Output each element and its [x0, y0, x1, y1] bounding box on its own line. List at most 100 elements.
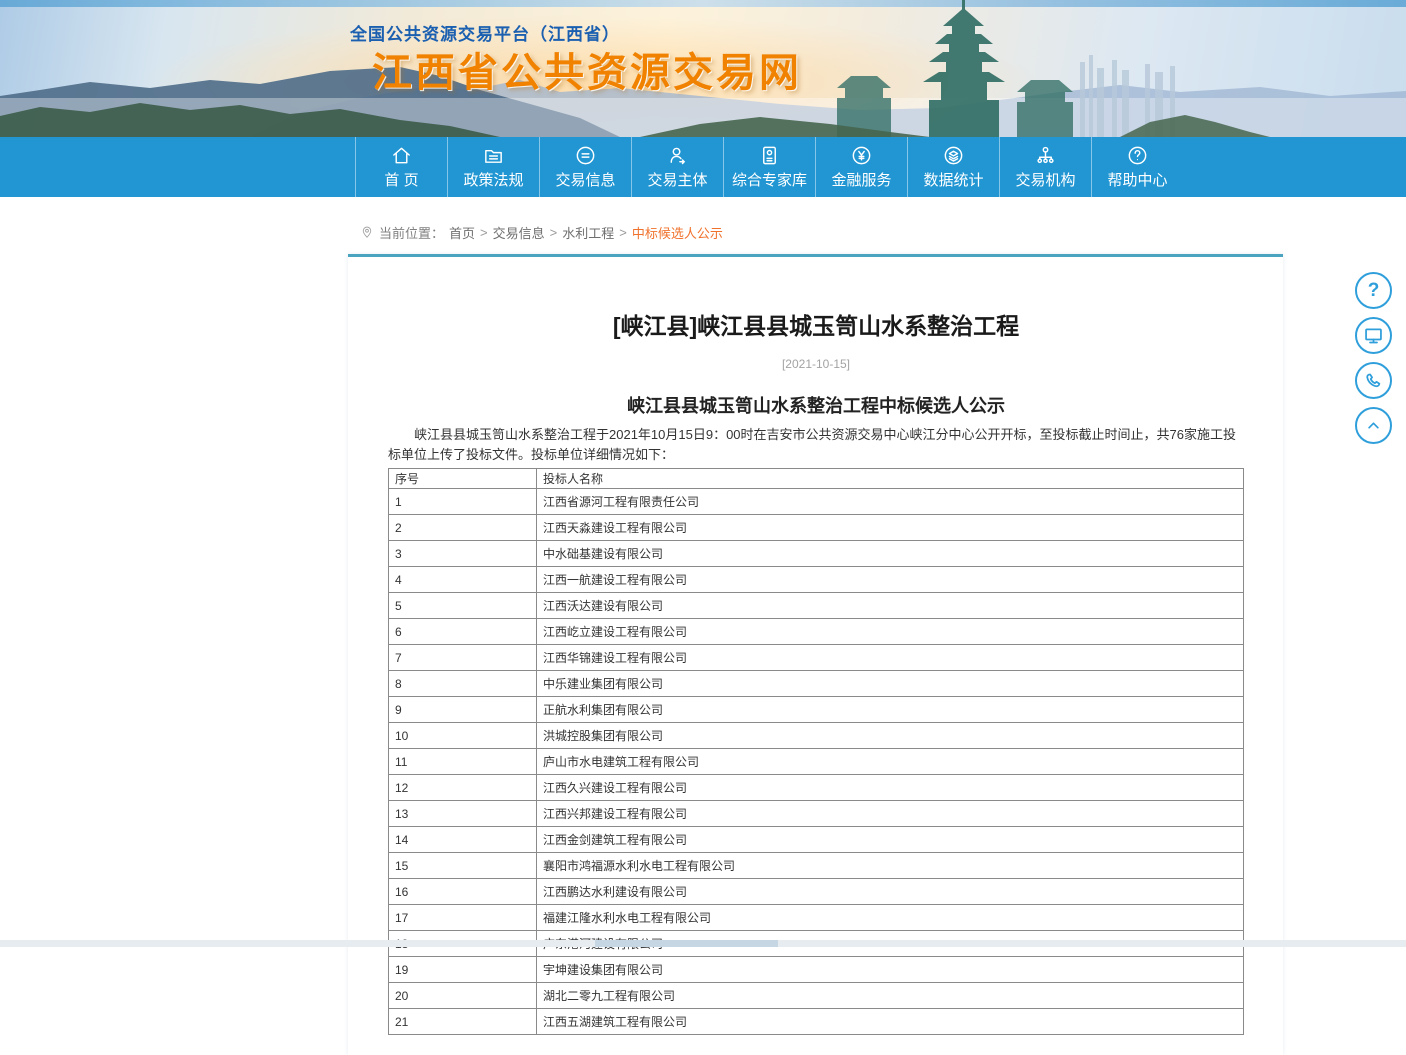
nav-item-trade-subject[interactable]: 交易主体: [631, 137, 723, 197]
nav-item-finance[interactable]: 金融服务: [815, 137, 907, 197]
table-row: 11 庐山市水电建筑工程有限公司: [389, 749, 1244, 775]
bidder-index: 7: [389, 645, 537, 671]
back-to-top-button[interactable]: [1355, 407, 1392, 444]
policy-icon: [482, 144, 505, 167]
bidder-name: 宇坤建设集团有限公司: [537, 957, 1244, 983]
bidders-table-body: 1 江西省源河工程有限责任公司 2 江西天淼建设工程有限公司 3 中水础基建设有…: [389, 489, 1244, 1035]
pagoda-silhouette: [837, 0, 1073, 137]
bidder-index: 3: [389, 541, 537, 567]
breadcrumb-item-water-engineering[interactable]: 水利工程: [562, 223, 614, 242]
chevron-up-icon: [1363, 415, 1384, 436]
bidder-index: 14: [389, 827, 537, 853]
bidder-name: 江西金剑建筑工程有限公司: [537, 827, 1244, 853]
bidder-index: 20: [389, 983, 537, 1009]
phone-icon: [1363, 370, 1384, 391]
bidder-index: 11: [389, 749, 537, 775]
breadcrumb: 当前位置： 首页 > 交易信息 > 水利工程 > 中标候选人公示: [360, 223, 1406, 241]
table-row: 14 江西金剑建筑工程有限公司: [389, 827, 1244, 853]
nav-item-label: 交易机构: [1015, 169, 1075, 190]
nav-item-statistics[interactable]: 数据统计: [907, 137, 999, 197]
main-navbar: 首 页 政策法规 交易信息 交易主体 综合专家库 金融服务 数据统计: [0, 137, 1406, 197]
table-row: 1 江西省源河工程有限责任公司: [389, 489, 1244, 515]
bidder-index: 21: [389, 1009, 537, 1035]
table-row: 17 福建江隆水利水电工程有限公司: [389, 905, 1244, 931]
bidder-index: 8: [389, 671, 537, 697]
table-row: 4 江西一航建设工程有限公司: [389, 567, 1244, 593]
nav-item-expert-library[interactable]: 综合专家库: [723, 137, 815, 197]
bidder-name: 江西鹏达水利建设有限公司: [537, 879, 1244, 905]
bidder-name: 洪城控股集团有限公司: [537, 723, 1244, 749]
nav-item-label: 综合专家库: [732, 169, 807, 190]
help-icon: [1126, 144, 1149, 167]
bidder-name: 中水础基建设有限公司: [537, 541, 1244, 567]
bidder-index: 6: [389, 619, 537, 645]
nav-item-label: 首 页: [384, 169, 418, 190]
bidder-index: 10: [389, 723, 537, 749]
table-header-row: 序号 投标人名称: [389, 469, 1244, 489]
nav-item-policy[interactable]: 政策法规: [447, 137, 539, 197]
bidder-index: 15: [389, 853, 537, 879]
table-row: 15 襄阳市鸿福源水利水电工程有限公司: [389, 853, 1244, 879]
table-row: 12 江西久兴建设工程有限公司: [389, 775, 1244, 801]
bidder-name: 江西天淼建设工程有限公司: [537, 515, 1244, 541]
online-service-button[interactable]: [1355, 317, 1392, 354]
table-row: 6 江西屹立建设工程有限公司: [389, 619, 1244, 645]
phone-button[interactable]: [1355, 362, 1392, 399]
bidder-index: 9: [389, 697, 537, 723]
table-row: 7 江西华锦建设工程有限公司: [389, 645, 1244, 671]
nav-item-label: 帮助中心: [1107, 169, 1167, 190]
bidders-table: 序号 投标人名称 1 江西省源河工程有限责任公司 2 江西天淼建设工程有限公司 …: [388, 468, 1244, 1035]
home-icon: [390, 144, 413, 167]
bidder-name: 庐山市水电建筑工程有限公司: [537, 749, 1244, 775]
bidder-index: 5: [389, 593, 537, 619]
nav-item-label: 政策法规: [463, 169, 523, 190]
breadcrumb-separator: >: [619, 225, 627, 240]
bidder-index: 4: [389, 567, 537, 593]
table-row: 8 中乐建业集团有限公司: [389, 671, 1244, 697]
table-row: 21 江西五湖建筑工程有限公司: [389, 1009, 1244, 1035]
breadcrumb-prefix: 当前位置：: [379, 223, 444, 242]
bidder-index: 16: [389, 879, 537, 905]
floating-toolbar: ?: [1355, 272, 1392, 444]
table-row: 3 中水础基建设有限公司: [389, 541, 1244, 567]
table-header-index: 序号: [389, 469, 537, 489]
breadcrumb-item-trade-info[interactable]: 交易信息: [493, 223, 545, 242]
article-date: [2021-10-15]: [388, 357, 1244, 371]
question-mark-icon: ?: [1368, 280, 1380, 302]
bidder-name: 江西一航建设工程有限公司: [537, 567, 1244, 593]
bidder-index: 13: [389, 801, 537, 827]
trade-info-icon: [574, 144, 597, 167]
trade-subject-icon: [666, 144, 689, 167]
article-intro: 峡江县县城玉笥山水系整治工程于2021年10月15日9：00时在吉安市公共资源交…: [388, 425, 1244, 464]
breadcrumb-item-home[interactable]: 首页: [449, 223, 475, 242]
nav-item-label: 交易主体: [647, 169, 707, 190]
statistics-icon: [942, 144, 965, 167]
bidder-index: 17: [389, 905, 537, 931]
bidder-name: 江西五湖建筑工程有限公司: [537, 1009, 1244, 1035]
nav-item-help-center[interactable]: 帮助中心: [1091, 137, 1183, 197]
nav-item-home[interactable]: 首 页: [355, 137, 447, 197]
nav-item-organization[interactable]: 交易机构: [999, 137, 1091, 197]
article-title: [峡江县]峡江县县城玉笥山水系整治工程: [388, 307, 1244, 341]
help-button[interactable]: ?: [1355, 272, 1392, 309]
bidder-name: 江西华锦建设工程有限公司: [537, 645, 1244, 671]
table-row: 2 江西天淼建设工程有限公司: [389, 515, 1244, 541]
table-row: 10 洪城控股集团有限公司: [389, 723, 1244, 749]
bidder-name: 福建江隆水利水电工程有限公司: [537, 905, 1244, 931]
breadcrumb-current: 中标候选人公示: [632, 223, 723, 242]
bidder-index: 19: [389, 957, 537, 983]
finance-icon: [850, 144, 873, 167]
horizontal-scrollbar-thumb[interactable]: [595, 940, 778, 947]
organization-icon: [1034, 144, 1057, 167]
table-row: 5 江西沃达建设有限公司: [389, 593, 1244, 619]
bidder-name: 江西屹立建设工程有限公司: [537, 619, 1244, 645]
bidder-name: 湖北二零九工程有限公司: [537, 983, 1244, 1009]
horizontal-scrollbar[interactable]: [0, 940, 1406, 947]
breadcrumb-separator: >: [480, 225, 488, 240]
nav-item-trade-info[interactable]: 交易信息: [539, 137, 631, 197]
article-card: [峡江县]峡江县县城玉笥山水系整治工程 [2021-10-15] 峡江县县城玉笥…: [348, 254, 1283, 1055]
nav-item-label: 交易信息: [555, 169, 615, 190]
nav-item-label: 数据统计: [923, 169, 983, 190]
table-row: 16 江西鹏达水利建设有限公司: [389, 879, 1244, 905]
bidder-name: 中乐建业集团有限公司: [537, 671, 1244, 697]
